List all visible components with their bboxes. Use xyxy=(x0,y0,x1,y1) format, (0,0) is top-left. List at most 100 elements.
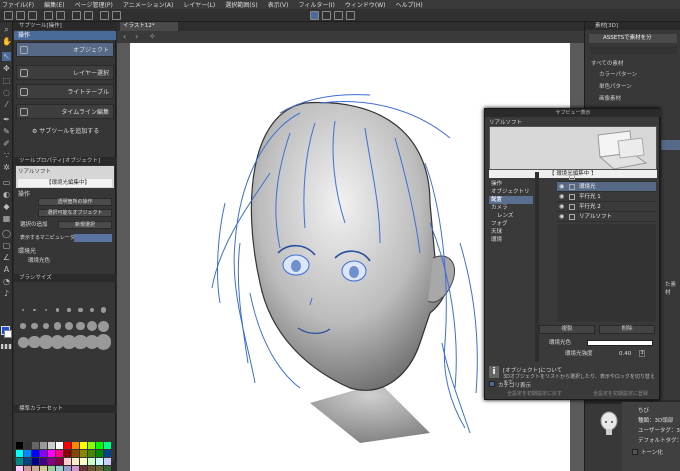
color-swatch[interactable] xyxy=(80,466,87,471)
color-swatch[interactable] xyxy=(96,450,103,457)
brush-size-dot[interactable] xyxy=(64,321,74,331)
sub-view-nav-sky[interactable]: 天球 xyxy=(489,228,533,236)
material-selected-folder[interactable] xyxy=(661,140,680,150)
add-sub-tool-button[interactable]: ⚙ サブツールを追加する xyxy=(32,126,99,135)
color-swatch[interactable] xyxy=(56,450,63,457)
new-file-icon[interactable] xyxy=(4,11,13,20)
snap-icon[interactable] xyxy=(310,11,319,20)
zoom-tool-icon[interactable]: ⌕ xyxy=(2,25,11,34)
brush-size-dot[interactable] xyxy=(21,308,25,312)
color-swatch[interactable] xyxy=(24,458,31,465)
manipulator-toggle-icons[interactable] xyxy=(74,234,112,242)
brush-size-dot[interactable] xyxy=(100,307,107,313)
add-selection-dropdown[interactable]: 新規選択 xyxy=(58,221,112,229)
color-swatch[interactable] xyxy=(96,458,103,465)
transparent-color-swatch[interactable] xyxy=(1,344,12,349)
menu-page[interactable]: ページ管理(P) xyxy=(75,0,113,9)
color-swatch[interactable] xyxy=(72,442,79,449)
color-swatch[interactable] xyxy=(32,458,39,465)
color-swatch[interactable] xyxy=(24,466,31,471)
sub-view-nav-object-list[interactable]: オブジェクトリスト xyxy=(489,188,533,203)
env-strength-stepper-icon[interactable]: ↕ xyxy=(639,350,645,357)
menu-animation[interactable]: アニメーション(A) xyxy=(123,0,174,9)
eye-icon[interactable]: ◉ xyxy=(559,204,566,210)
menu-layer[interactable]: レイヤー(L) xyxy=(183,0,215,9)
ruler-tool-icon[interactable]: ∠ xyxy=(2,253,11,262)
color-swatch[interactable] xyxy=(40,458,47,465)
brush-size-dot[interactable] xyxy=(44,308,48,312)
brush-size-dot[interactable] xyxy=(76,321,85,331)
menu-edit[interactable]: 編集(E) xyxy=(44,0,64,9)
sub-view-nav-placement[interactable]: 配置 xyxy=(489,196,533,204)
brush-size-dot[interactable] xyxy=(78,307,83,313)
nav-wrench-icon[interactable]: ✧ xyxy=(149,32,156,41)
material-search-bar[interactable] xyxy=(589,46,677,54)
eye-icon[interactable]: ◉ xyxy=(559,184,566,190)
brush-tool-icon[interactable]: ✐ xyxy=(2,139,11,148)
layer-lock-icon[interactable] xyxy=(569,184,575,190)
color-swatch[interactable] xyxy=(104,458,111,465)
color-swatch[interactable] xyxy=(16,466,23,471)
ruler-snap-icon[interactable] xyxy=(322,11,331,20)
transparent-area-dropdown[interactable]: 透明箇所の操作 xyxy=(38,198,112,206)
assets-button[interactable]: ASSETSで素材を分 xyxy=(589,34,677,43)
sub-tool-light-table[interactable]: ライトテーブル xyxy=(16,84,114,99)
hand-tool-icon[interactable]: ✋ xyxy=(2,37,12,46)
eye-icon[interactable]: ◉ xyxy=(559,194,566,200)
brush-size-dot[interactable] xyxy=(87,321,97,331)
toon-checkbox[interactable] xyxy=(632,449,638,455)
document-tab[interactable]: イラスト12* xyxy=(120,22,178,31)
color-swatch[interactable] xyxy=(48,466,55,471)
color-swatch[interactable] xyxy=(56,458,63,465)
decoration-tool-icon[interactable]: ✲ xyxy=(2,163,11,172)
color-swatch[interactable] xyxy=(96,442,103,449)
sub-tool-layer-select[interactable]: レイヤー選択 xyxy=(16,65,114,80)
grid-snap-icon[interactable] xyxy=(334,11,343,20)
sub-view-nav-environment[interactable]: 環境 xyxy=(489,236,533,244)
object-layer-camera[interactable]: カメラ xyxy=(557,172,656,182)
selection-tool-icon[interactable]: ⬚ xyxy=(2,76,11,85)
sub-tool-object[interactable]: オブジェクト xyxy=(16,42,114,57)
menu-window[interactable]: ウィンドウ(W) xyxy=(345,0,386,9)
material-item-all[interactable]: すべての素材 xyxy=(591,59,623,67)
color-swatch[interactable] xyxy=(40,450,47,457)
env-strength-value[interactable]: 0.40 xyxy=(619,349,631,359)
color-swatch[interactable] xyxy=(48,450,55,457)
frame-tool-icon[interactable]: ▢ xyxy=(2,241,11,250)
selectable-object-dropdown[interactable]: 選択可能なオブジェクト xyxy=(38,209,112,217)
color-swatch[interactable] xyxy=(64,458,71,465)
object-layer-real-soft[interactable]: ◉ リアルソフト xyxy=(557,212,656,222)
color-swatch[interactable] xyxy=(72,450,79,457)
menu-help[interactable]: ヘルプ(H) xyxy=(395,0,422,9)
env-color-swatch[interactable] xyxy=(587,340,653,346)
nav-forward-icon[interactable]: › xyxy=(135,32,138,41)
brush-size-dot[interactable] xyxy=(33,308,36,312)
layer-lock-icon[interactable] xyxy=(569,174,575,180)
deselect-icon[interactable] xyxy=(112,11,121,20)
layer-lock-icon[interactable] xyxy=(569,214,575,220)
undo-icon[interactable] xyxy=(44,11,53,20)
color-swatch[interactable] xyxy=(96,466,103,471)
menu-view[interactable]: 表示(V) xyxy=(268,0,289,9)
color-swatch[interactable] xyxy=(88,442,95,449)
color-swatch[interactable] xyxy=(104,466,111,471)
color-swatch[interactable] xyxy=(24,442,31,449)
object-layer-parallel-2[interactable]: ◉ 平行光 2 xyxy=(557,202,656,212)
color-swatch[interactable] xyxy=(24,450,31,457)
object-layer-parallel-1[interactable]: ◉ 平行光 1 xyxy=(557,192,656,202)
brush-size-dot[interactable] xyxy=(20,323,26,329)
menu-filter[interactable]: フィルター(I) xyxy=(299,0,335,9)
color-swatch[interactable] xyxy=(32,442,39,449)
register-all-settings-button[interactable]: 全設定を初期設定に登録 xyxy=(593,390,648,398)
layer-lock-icon[interactable] xyxy=(569,194,575,200)
menu-file[interactable]: ファイル(F) xyxy=(2,0,34,9)
airbrush-tool-icon[interactable]: ∵ xyxy=(2,151,11,160)
fill-tool-icon[interactable]: ◆ xyxy=(2,202,11,211)
color-swatch[interactable] xyxy=(80,450,87,457)
color-swatch[interactable] xyxy=(32,450,39,457)
color-swatch[interactable] xyxy=(104,442,111,449)
color-swatch[interactable] xyxy=(48,442,55,449)
brush-size-dot[interactable] xyxy=(98,320,109,332)
layer-lock-icon[interactable] xyxy=(569,204,575,210)
brush-size-dot[interactable] xyxy=(95,334,112,350)
